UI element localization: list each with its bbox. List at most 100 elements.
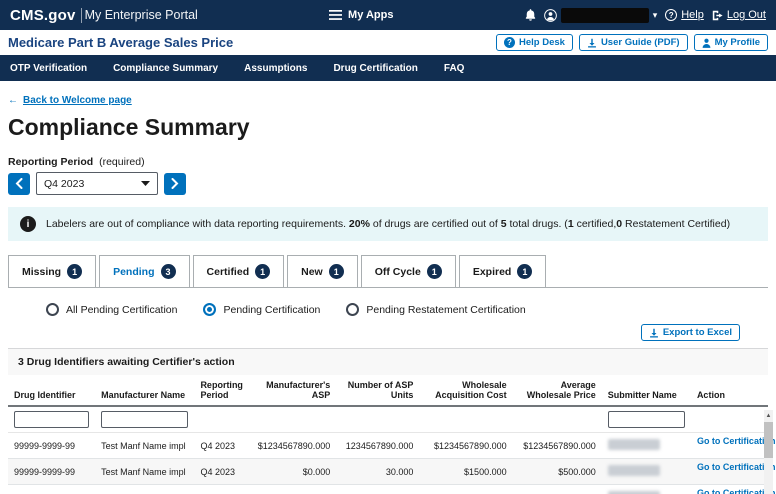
submitter-name-redacted: [608, 439, 660, 450]
reporting-period-value: Q4 2023: [44, 178, 84, 190]
portal-name: My Enterprise Portal: [85, 8, 198, 22]
cell-drug-identifier: 99999-9999-99: [8, 459, 95, 485]
cms-gov-logo[interactable]: CMS.gov My Enterprise Portal: [10, 7, 198, 24]
tab-pending-label: Pending: [113, 266, 154, 278]
brand-divider: [81, 8, 82, 23]
drug-identifier-filter-input[interactable]: [14, 411, 89, 428]
tab-certified[interactable]: Certified 1: [193, 255, 285, 287]
nav-item-compliance-summary[interactable]: Compliance Summary: [113, 63, 218, 74]
scroll-up-button[interactable]: ▲: [764, 410, 773, 421]
table-caption: 3 Drug Identifiers awaiting Certifier's …: [8, 349, 768, 375]
header-row: Drug Identifier Manufacturer Name Report…: [8, 375, 768, 406]
cell-action: Go to Certification→: [691, 485, 768, 494]
help-link[interactable]: ? Help: [665, 9, 704, 21]
help-desk-button[interactable]: ? Help Desk: [496, 34, 573, 51]
tab-off-cycle-label: Off Cycle: [375, 266, 421, 278]
cell-manufacturer-name: Test Manf Name impl: [95, 459, 194, 485]
drug-identifiers-table: 3 Drug Identifiers awaiting Certifier's …: [8, 348, 768, 494]
tab-pending[interactable]: Pending 3: [99, 255, 189, 287]
cell-submitter-name: [602, 433, 691, 459]
cell-awp: $500.000: [513, 459, 602, 485]
radio-restatement-label: Pending Restatement Certification: [366, 304, 525, 316]
top-bar: CMS.gov My Enterprise Portal My Apps ▾ ?…: [0, 0, 776, 30]
reporting-period-select[interactable]: Q4 2023: [36, 172, 158, 195]
logout-label: Log Out: [727, 9, 766, 21]
download-icon: [649, 328, 659, 338]
page-title: Compliance Summary: [8, 114, 768, 141]
next-period-button[interactable]: [164, 173, 186, 195]
col-submitter-name: Submitter Name: [602, 375, 691, 406]
my-profile-label: My Profile: [715, 37, 760, 48]
tab-certified-label: Certified: [207, 266, 250, 278]
banner-percent: 20%: [349, 218, 370, 230]
back-arrow-icon: ←: [8, 95, 18, 106]
tab-off-cycle[interactable]: Off Cycle 1: [361, 255, 456, 287]
col-drug-identifier: Drug Identifier: [8, 375, 95, 406]
submitter-name-filter-input[interactable]: [608, 411, 685, 428]
radio-all-pending-label: All Pending Certification: [66, 304, 177, 316]
cell-manufacturer-name: Test Manf Name impl: [95, 485, 194, 494]
previous-period-button[interactable]: [8, 173, 30, 195]
export-label: Export to Excel: [663, 327, 732, 338]
top-bar-right: ▾ ? Help Log Out: [525, 8, 766, 23]
cell-drug-identifier: 99999-9999-99: [8, 433, 95, 459]
radio-all-pending-certification[interactable]: All Pending Certification: [46, 303, 177, 316]
table-row: 99999-9999-99 Test Manf Name impl Q4 202…: [8, 433, 768, 459]
help-circle-icon: ?: [665, 9, 677, 21]
table-scrollbar[interactable]: ▲: [764, 410, 773, 494]
export-row: Export to Excel: [8, 324, 768, 341]
chevron-right-icon: [171, 178, 179, 189]
screen: CMS.gov My Enterprise Portal My Apps ▾ ?…: [0, 0, 776, 494]
radio-circle-icon: [46, 303, 59, 316]
filter-row: [8, 406, 768, 433]
chevron-left-icon: [15, 178, 23, 189]
user-menu[interactable]: ▾: [544, 8, 658, 23]
download-icon: [587, 38, 597, 48]
logout-link[interactable]: Log Out: [712, 9, 766, 21]
radio-pending-certification[interactable]: Pending Certification: [203, 303, 320, 316]
banner-text: Labelers are out of compliance with data…: [46, 218, 730, 230]
scrollbar-thumb[interactable]: [764, 422, 773, 458]
tab-off-cycle-count-badge: 1: [427, 264, 442, 279]
app-header: Medicare Part B Average Sales Price ? He…: [0, 30, 776, 55]
col-wholesale-acquisition-cost: Wholesale Acquisition Cost: [419, 375, 512, 406]
export-to-excel-button[interactable]: Export to Excel: [641, 324, 740, 341]
tab-missing[interactable]: Missing 1: [8, 255, 96, 287]
banner-segment: total drugs. (: [507, 218, 568, 230]
radio-selected-icon: [203, 303, 216, 316]
tab-new[interactable]: New 1: [287, 255, 358, 287]
nav-item-drug-certification[interactable]: Drug Certification: [333, 63, 417, 74]
cell-action: Go to Certification→: [691, 433, 768, 459]
app-title: Medicare Part B Average Sales Price: [8, 35, 233, 50]
table-row: 99999-9999-99 Test Manf Name impl Q4 202…: [8, 459, 768, 485]
notifications-button[interactable]: [525, 9, 536, 21]
nav-item-faq[interactable]: FAQ: [444, 63, 465, 74]
user-guide-button[interactable]: User Guide (PDF): [579, 34, 688, 51]
banner-segment: certified,: [574, 218, 617, 230]
radio-pending-restatement-certification[interactable]: Pending Restatement Certification: [346, 303, 525, 316]
back-to-welcome-link[interactable]: ← Back to Welcome page: [8, 95, 132, 106]
cell-wac: $10000.000: [419, 485, 512, 494]
nav-item-otp-verification[interactable]: OTP Verification: [10, 63, 87, 74]
my-profile-button[interactable]: My Profile: [694, 34, 768, 51]
app-header-buttons: ? Help Desk User Guide (PDF) My Profile: [496, 34, 768, 51]
table-row: xyz Test Manf Name impl Q4 2023 $5000.00…: [8, 485, 768, 494]
nav-item-assumptions[interactable]: Assumptions: [244, 63, 307, 74]
tab-missing-label: Missing: [22, 266, 61, 278]
compliance-info-banner: i Labelers are out of compliance with da…: [8, 207, 768, 241]
cell-asp: $5000.000: [247, 485, 336, 494]
banner-segment: Restatement Certified): [622, 218, 730, 230]
cell-action: Go to Certification→: [691, 459, 768, 485]
cell-asp: $0.000: [247, 459, 336, 485]
bell-icon: [525, 9, 536, 21]
user-guide-label: User Guide (PDF): [601, 37, 680, 48]
info-icon: i: [20, 216, 36, 232]
col-reporting-period: Reporting Period: [194, 375, 247, 406]
pending-filter-radios: All Pending Certification Pending Certif…: [46, 303, 768, 316]
data-table: Drug Identifier Manufacturer Name Report…: [8, 375, 768, 494]
reporting-period-controls: Q4 2023: [8, 172, 768, 195]
tab-expired[interactable]: Expired 1: [459, 255, 547, 287]
my-apps-button[interactable]: My Apps: [329, 9, 393, 21]
manufacturer-name-filter-input[interactable]: [101, 411, 188, 428]
person-icon: [702, 38, 711, 48]
